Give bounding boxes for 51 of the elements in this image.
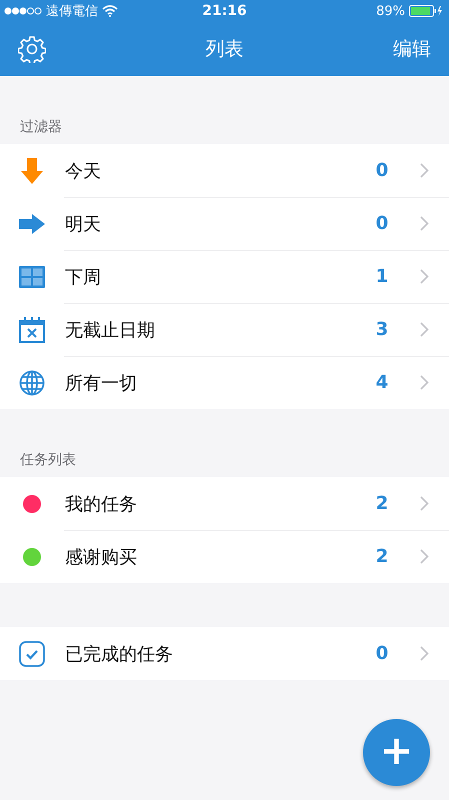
- task-count: 4: [374, 372, 390, 393]
- chevron-icon: [420, 496, 429, 511]
- row-label: 所有一切: [65, 372, 138, 394]
- chevron-icon: [420, 163, 429, 178]
- row-label: 感谢购买: [65, 546, 138, 568]
- row-label: 无截止日期: [65, 318, 156, 342]
- chevron-icon: [420, 646, 429, 661]
- task-count: 2: [374, 493, 390, 514]
- row-label: 下周: [65, 266, 102, 288]
- clock-time: 21:16: [202, 3, 247, 19]
- row-label: 已完成的任务: [65, 642, 174, 666]
- checkbox-icon: [19, 640, 45, 666]
- battery-percent: 89%: [376, 4, 405, 18]
- task-count: 3: [374, 319, 390, 340]
- row-label: 今天: [65, 160, 102, 182]
- chevron-icon: [420, 375, 429, 390]
- list-row[interactable]: 所有一切 4: [0, 356, 449, 409]
- down-arrow-icon: [21, 158, 43, 184]
- settings-button[interactable]: [18, 35, 46, 63]
- section-header: 过滤器: [20, 118, 62, 136]
- list-row[interactable]: 我的任务 2: [0, 477, 449, 530]
- list-row[interactable]: 已完成的任务 0: [0, 627, 449, 680]
- settings-icon: [18, 35, 46, 63]
- list-row[interactable]: 无截止日期 3: [0, 303, 449, 356]
- list-row[interactable]: 下周 1: [0, 250, 449, 303]
- chevron-icon: [420, 216, 429, 231]
- row-label: 我的任务: [65, 492, 138, 516]
- right-arrow-icon: [19, 214, 45, 234]
- task-count: 0: [374, 213, 390, 234]
- chevron-icon: [420, 269, 429, 284]
- battery-icon: [409, 5, 443, 17]
- add-button[interactable]: +: [363, 719, 430, 786]
- list-row[interactable]: 今天 0: [0, 144, 449, 197]
- list-row[interactable]: 明天 0: [0, 197, 449, 250]
- chevron-icon: [420, 549, 429, 564]
- globe-icon: [19, 370, 45, 396]
- signal-icon: [4, 7, 42, 15]
- row-label: 明天: [65, 212, 102, 236]
- task-count: 1: [374, 266, 390, 287]
- section-header: 任务列表: [20, 451, 76, 469]
- chevron-icon: [420, 322, 429, 337]
- wifi-icon: [102, 5, 118, 17]
- carrier-name: 遠傳電信: [46, 3, 98, 20]
- task-count: 0: [374, 160, 390, 181]
- grid-icon: [19, 266, 45, 288]
- list-row[interactable]: 感谢购买 2: [0, 530, 449, 583]
- task-count: 2: [374, 546, 390, 567]
- task-count: 0: [374, 643, 390, 664]
- edit-button[interactable]: 编辑: [393, 36, 431, 62]
- screen-title: 列表: [206, 37, 244, 62]
- calendar-x-icon: [19, 316, 45, 342]
